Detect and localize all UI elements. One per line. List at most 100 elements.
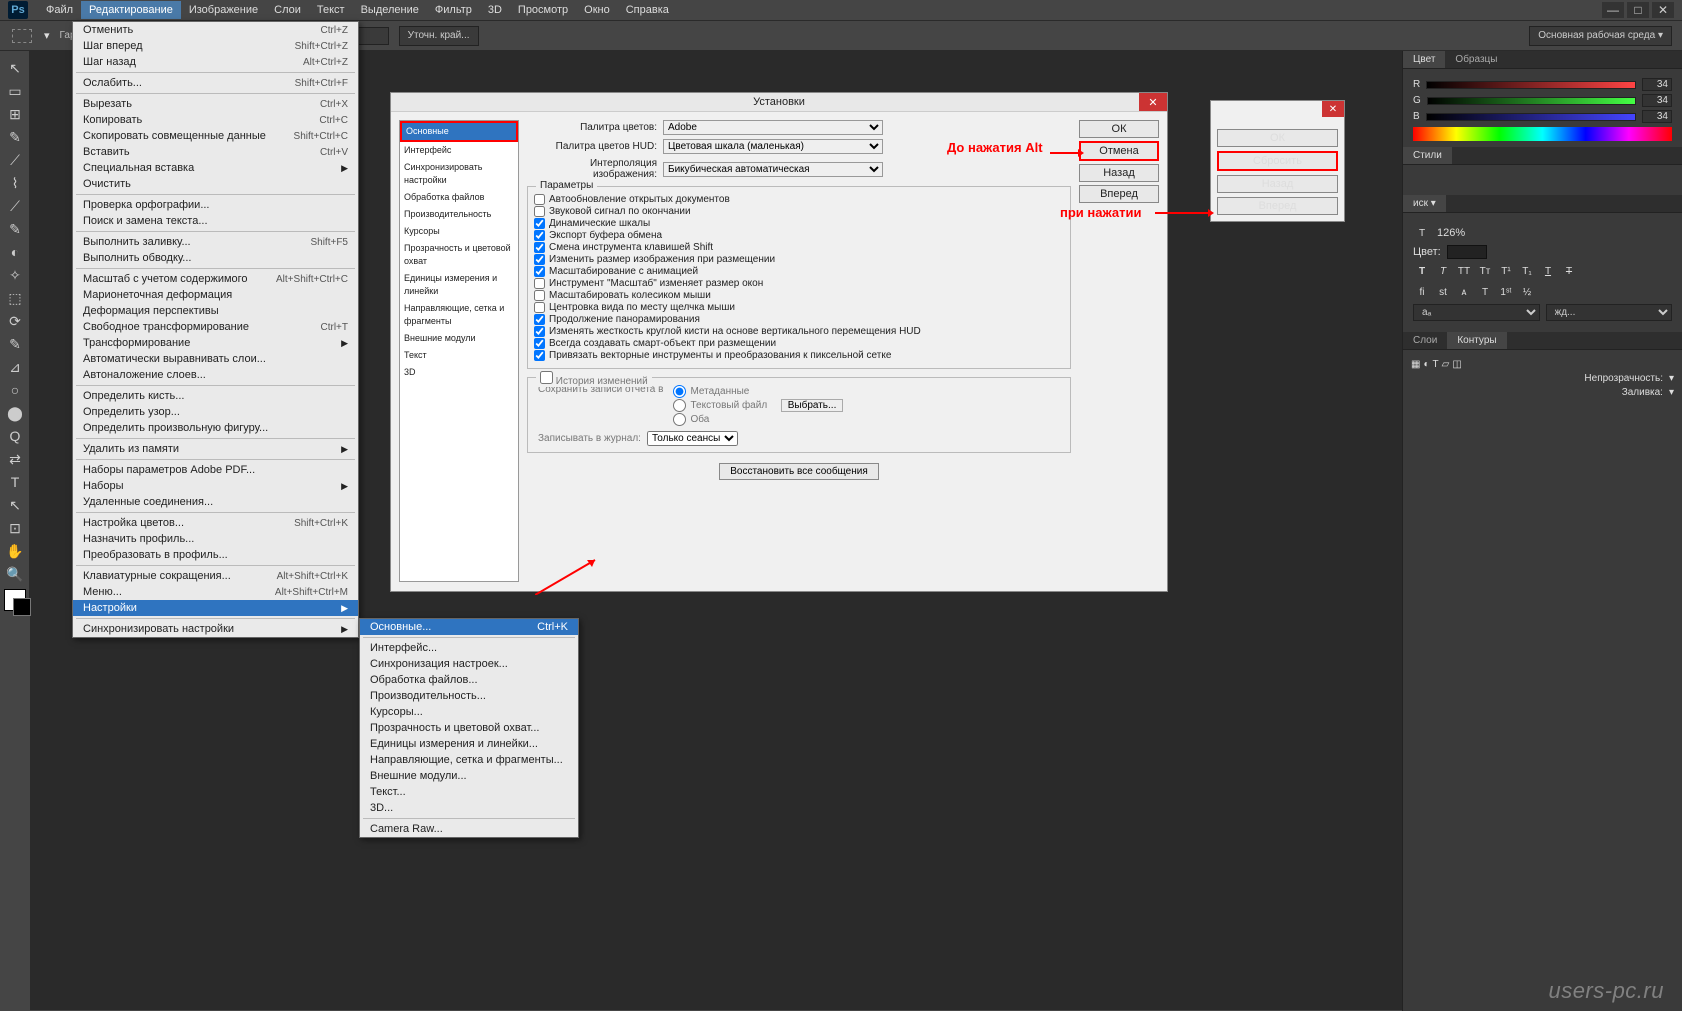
option-checkbox[interactable]: Экспорт буфера обмена — [534, 230, 1064, 241]
filter-adj-icon[interactable]: ◐ — [1423, 359, 1429, 370]
tool-1[interactable]: ▭ — [2, 80, 28, 102]
dialog-sidebar-item[interactable]: Курсоры — [400, 223, 518, 240]
tab-swatches[interactable]: Образцы — [1445, 51, 1507, 68]
text-color-swatch[interactable] — [1447, 245, 1487, 259]
option-checkbox[interactable]: Масштабировать колесиком мыши — [534, 290, 1064, 301]
next-button-2[interactable]: Вперед — [1217, 197, 1338, 215]
menu-item[interactable]: Удаленные соединения... — [73, 494, 358, 510]
tool-8[interactable]: ◐ — [2, 241, 28, 263]
submenu-item[interactable]: Обработка файлов... — [360, 672, 578, 688]
1st-icon[interactable]: 1ˢᵗ — [1497, 283, 1515, 301]
menu-item[interactable]: Деформация перспективы — [73, 303, 358, 319]
menu-item[interactable]: Синхронизировать настройки▶ — [73, 621, 358, 637]
tool-7[interactable]: ✎ — [2, 218, 28, 240]
menu-item[interactable]: Настройки▶ — [73, 600, 358, 616]
option-checkbox[interactable]: Изменить размер изображения при размещен… — [534, 254, 1064, 265]
menu-редактирование[interactable]: Редактирование — [81, 1, 181, 19]
submenu-item[interactable]: Интерфейс... — [360, 640, 578, 656]
strike-icon[interactable]: T — [1560, 262, 1578, 280]
history-checkbox[interactable] — [540, 371, 553, 384]
tool-15[interactable]: ⬤ — [2, 402, 28, 424]
menu-item[interactable]: Шаг впередShift+Ctrl+Z — [73, 38, 358, 54]
reset-button[interactable]: Сбросить — [1217, 151, 1338, 171]
menu-item[interactable]: Марионеточная деформация — [73, 287, 358, 303]
tool-12[interactable]: ✎ — [2, 333, 28, 355]
submenu-item[interactable]: Текст... — [360, 784, 578, 800]
menu-item[interactable]: Выполнить обводку... — [73, 250, 358, 266]
tool-0[interactable]: ↖ — [2, 57, 28, 79]
tool-13[interactable]: ⊿ — [2, 356, 28, 378]
menu-item[interactable]: Наборы▶ — [73, 478, 358, 494]
dialog-close-button[interactable]: ✕ — [1139, 93, 1167, 111]
close-button[interactable]: ✕ — [1652, 2, 1674, 18]
interp-select[interactable]: Бикубическая автоматическая — [663, 162, 883, 177]
half-icon[interactable]: ½ — [1518, 283, 1536, 301]
menu-просмотр[interactable]: Просмотр — [510, 1, 576, 19]
menu-item[interactable]: Свободное трансформированиеCtrl+T — [73, 319, 358, 335]
dialog-sidebar-item[interactable]: Синхронизировать настройки — [400, 159, 518, 189]
choose-button[interactable]: Выбрать... — [781, 399, 844, 412]
tab-character[interactable]: иск ▾ — [1403, 195, 1446, 212]
tool-18[interactable]: T — [2, 471, 28, 493]
dialog-sidebar-item[interactable]: Направляющие, сетка и фрагменты — [400, 300, 518, 330]
submenu-item[interactable]: Синхронизация настроек... — [360, 656, 578, 672]
tool-3[interactable]: ✎ — [2, 126, 28, 148]
color-picker-select[interactable]: Adobe — [663, 120, 883, 135]
option-checkbox[interactable]: Масштабирование с анимацией — [534, 266, 1064, 277]
submenu-item[interactable]: Прозрачность и цветовой охват... — [360, 720, 578, 736]
menu-item[interactable]: Проверка орфографии... — [73, 197, 358, 213]
tab-layers[interactable]: Слои — [1403, 332, 1447, 349]
tool-20[interactable]: ⊡ — [2, 517, 28, 539]
option-checkbox[interactable]: Всегда создавать смарт-объект при размещ… — [534, 338, 1064, 349]
option-checkbox[interactable]: Изменять жесткость круглой кисти на осно… — [534, 326, 1064, 337]
menu-item[interactable]: Клавиатурные сокращения...Alt+Shift+Ctrl… — [73, 568, 358, 584]
dialog-sidebar-item[interactable]: Производительность — [400, 206, 518, 223]
subscript-icon[interactable]: T₁ — [1518, 262, 1536, 280]
underline-icon[interactable]: T — [1539, 262, 1557, 280]
submenu-item[interactable]: Camera Raw... — [360, 821, 578, 837]
b-value[interactable]: 34 — [1642, 110, 1672, 123]
menu-слои[interactable]: Слои — [266, 1, 309, 19]
marquee-icon[interactable] — [12, 29, 32, 43]
menu-item[interactable]: Ослабить...Shift+Ctrl+F — [73, 75, 358, 91]
tool-22[interactable]: 🔍 — [2, 563, 28, 585]
option-checkbox[interactable]: Инструмент "Масштаб" изменяет размер око… — [534, 278, 1064, 289]
menu-item[interactable]: Меню...Alt+Shift+Ctrl+M — [73, 584, 358, 600]
menu-item[interactable]: Автоналожение слоев... — [73, 367, 358, 383]
submenu-item[interactable]: Основные...Ctrl+K — [360, 619, 578, 635]
history-radio-textfile[interactable] — [673, 399, 686, 412]
dialog-sidebar-item[interactable]: Внешние модули — [400, 330, 518, 347]
italic-icon[interactable]: T — [1434, 262, 1452, 280]
option-checkbox[interactable]: Динамические шкалы — [534, 218, 1064, 229]
menu-item[interactable]: Удалить из памяти▶ — [73, 441, 358, 457]
menu-3d[interactable]: 3D — [480, 1, 510, 19]
smallcaps-icon[interactable]: Tᴛ — [1476, 262, 1494, 280]
tab-paths[interactable]: Контуры — [1447, 332, 1506, 349]
option-checkbox[interactable]: Автообновление открытых документов — [534, 194, 1064, 205]
b-slider[interactable] — [1426, 113, 1636, 121]
hud-picker-select[interactable]: Цветовая шкала (маленькая) — [663, 139, 883, 154]
dialog-sidebar-item[interactable]: Текст — [400, 347, 518, 364]
submenu-item[interactable]: Направляющие, сетка и фрагменты... — [360, 752, 578, 768]
fi-icon[interactable]: fi — [1413, 283, 1431, 301]
history-log-select[interactable]: Только сеансы — [647, 431, 738, 446]
menu-item[interactable]: Скопировать совмещенные данныеShift+Ctrl… — [73, 128, 358, 144]
t-icon[interactable]: T — [1476, 283, 1494, 301]
option-checkbox[interactable]: Привязать векторные инструменты и преобр… — [534, 350, 1064, 361]
menu-item[interactable]: Автоматически выравнивать слои... — [73, 351, 358, 367]
menu-item[interactable]: Наборы параметров Adobe PDF... — [73, 462, 358, 478]
dialog-sidebar-item[interactable]: Обработка файлов — [400, 189, 518, 206]
ae-icon[interactable]: ᴀ — [1455, 283, 1473, 301]
filter-pixel-icon[interactable]: ▦ — [1411, 359, 1420, 370]
tool-14[interactable]: ○ — [2, 379, 28, 401]
menu-фильтр[interactable]: Фильтр — [427, 1, 480, 19]
menu-item[interactable]: Преобразовать в профиль... — [73, 547, 358, 563]
tool-17[interactable]: ⇄ — [2, 448, 28, 470]
submenu-item[interactable]: Внешние модули... — [360, 768, 578, 784]
hue-strip[interactable] — [1413, 127, 1672, 141]
menu-item[interactable]: Трансформирование▶ — [73, 335, 358, 351]
minimize-button[interactable]: — — [1602, 2, 1624, 18]
menu-item[interactable]: Настройка цветов...Shift+Ctrl+K — [73, 515, 358, 531]
tool-16[interactable]: Q — [2, 425, 28, 447]
menu-item[interactable]: Определить узор... — [73, 404, 358, 420]
